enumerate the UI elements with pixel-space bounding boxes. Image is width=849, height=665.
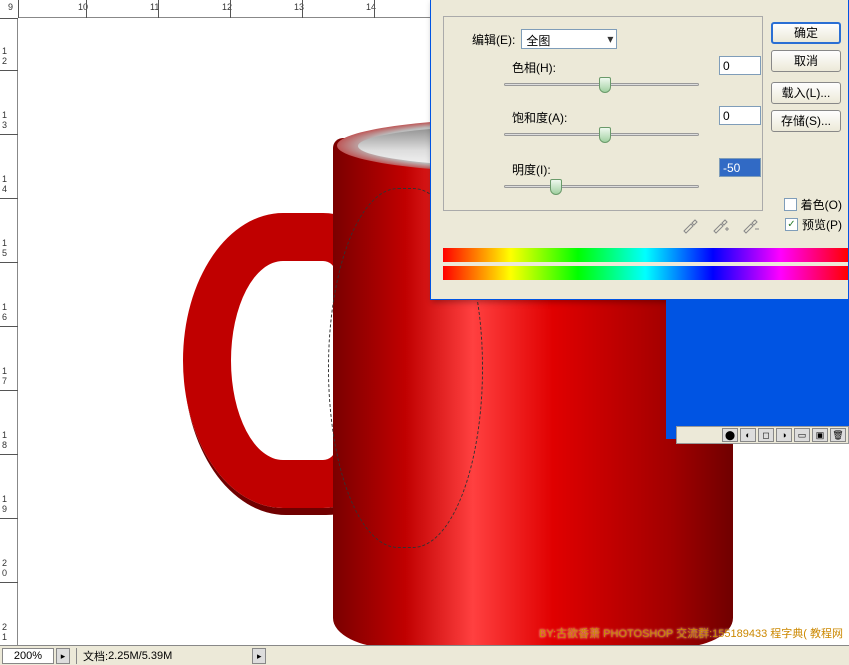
hue-saturation-dialog: × 编辑(E): 全图 色相(H): 饱和度(A): 明度(I): xyxy=(430,0,849,300)
ok-button[interactable]: 确定 xyxy=(771,22,841,44)
ruler-label: 1 xyxy=(2,632,7,642)
lightness-label: 明度(I): xyxy=(512,161,551,178)
edit-label: 编辑(E): xyxy=(472,31,515,48)
ruler-label: 1 xyxy=(2,110,7,120)
watermark-text: BY:古欲香萧 PHOTOSHOP 交流群:155189433 程字典( 教程网 xyxy=(539,625,843,641)
edit-select-value: 全图 xyxy=(522,30,554,51)
ruler-label: 2 xyxy=(2,56,7,66)
color-spectrum-after xyxy=(443,266,848,280)
layers-panel-footer: ⬤ ◐ ◻ ◑ ▭ ▣ 🗑 xyxy=(676,426,849,444)
eyedropper-minus-icon[interactable] xyxy=(741,216,759,234)
saturation-input[interactable] xyxy=(719,106,761,125)
zoom-arrow-icon[interactable]: ▸ xyxy=(56,648,70,664)
new-layer-icon[interactable]: ▣ xyxy=(812,428,828,442)
adjustment-icon[interactable]: ◑ xyxy=(776,428,792,442)
eyedropper-plus-icon[interactable] xyxy=(711,216,729,234)
mask-icon[interactable]: ◻ xyxy=(758,428,774,442)
zoom-level[interactable]: 200% xyxy=(2,648,54,664)
saturation-label: 饱和度(A): xyxy=(512,109,567,126)
color-spectrum-before xyxy=(443,248,848,262)
fx-icon[interactable]: ◐ xyxy=(740,428,756,442)
ruler-label: 3 xyxy=(2,120,7,130)
preview-label: 预览(P) xyxy=(802,216,842,233)
panel-outline xyxy=(666,299,849,439)
hue-label: 色相(H): xyxy=(512,59,556,76)
ruler-label: 6 xyxy=(2,312,7,322)
ruler-label: 1 xyxy=(2,46,7,56)
saturation-slider-thumb[interactable] xyxy=(599,127,611,143)
ruler-label: 4 xyxy=(2,184,7,194)
ruler-label: 5 xyxy=(2,248,7,258)
link-icon[interactable]: ⬤ xyxy=(722,428,738,442)
trash-icon[interactable]: 🗑 xyxy=(830,428,846,442)
colorize-label: 着色(O) xyxy=(801,196,842,213)
ruler-label: 0 xyxy=(2,568,7,578)
cancel-button[interactable]: 取消 xyxy=(771,50,841,72)
save-button[interactable]: 存储(S)... xyxy=(771,110,841,132)
lightness-slider-track[interactable] xyxy=(504,185,699,188)
ruler-label: 1 xyxy=(2,366,7,376)
vertical-ruler: 1 2 1 3 1 4 1 5 1 6 1 7 1 8 1 9 2 0 2 1 xyxy=(0,18,18,645)
ruler-label: 2 xyxy=(2,558,7,568)
ruler-label: 2 xyxy=(2,622,7,632)
hue-input[interactable] xyxy=(719,56,761,75)
ruler-label: 9 xyxy=(8,2,13,12)
eyedropper-icon[interactable] xyxy=(681,216,699,234)
ruler-label: 1 xyxy=(2,174,7,184)
ruler-label: 9 xyxy=(2,504,7,514)
preview-checkbox[interactable]: ✓ xyxy=(785,218,798,231)
edit-select[interactable]: 全图 xyxy=(521,29,617,49)
status-bar: 200% ▸ 文档: 2.25M/5.39M ▸ xyxy=(0,645,849,665)
lightness-input[interactable] xyxy=(719,158,761,177)
ruler-label: 1 xyxy=(2,302,7,312)
adjustment-group: 编辑(E): 全图 色相(H): 饱和度(A): 明度(I): xyxy=(443,16,763,211)
doc-value: 2.25M/5.39M xyxy=(108,650,172,662)
doc-info-arrow-icon[interactable]: ▸ xyxy=(252,648,266,664)
doc-label: 文档: xyxy=(83,648,108,664)
ruler-label: 7 xyxy=(2,376,7,386)
group-icon[interactable]: ▭ xyxy=(794,428,810,442)
lightness-slider-thumb[interactable] xyxy=(550,179,562,195)
ruler-label: 1 xyxy=(2,494,7,504)
hue-slider-thumb[interactable] xyxy=(599,77,611,93)
ruler-label: 8 xyxy=(2,440,7,450)
ruler-label: 1 xyxy=(2,238,7,248)
colorize-checkbox[interactable] xyxy=(784,198,797,211)
load-button[interactable]: 载入(L)... xyxy=(771,82,841,104)
ruler-label: 1 xyxy=(2,430,7,440)
